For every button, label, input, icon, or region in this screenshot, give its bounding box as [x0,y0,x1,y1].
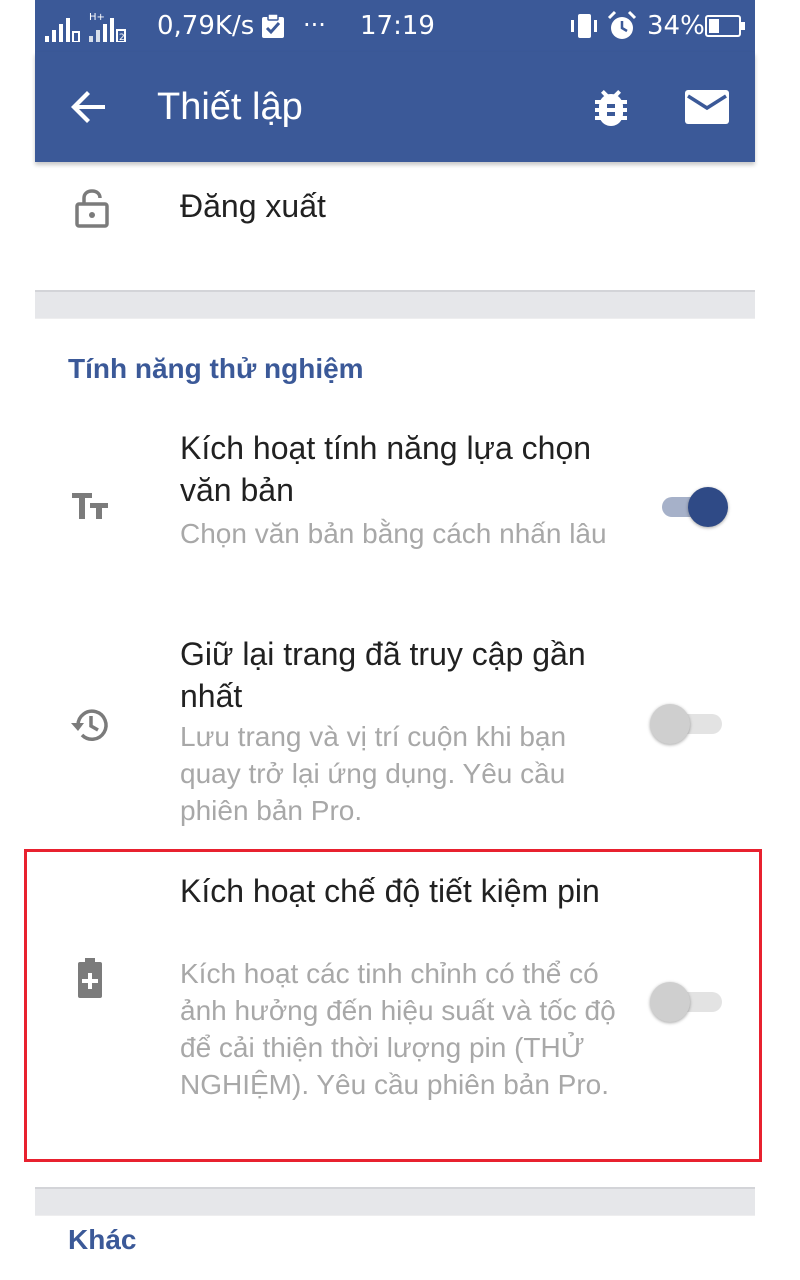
section-header-experimental: Tính năng thử nghiệm [68,353,364,384]
toggle-thumb [650,704,690,744]
text-size-icon [72,493,108,519]
svg-text:2: 2 [119,33,125,42]
history-icon [71,709,108,741]
section-header-other: Khác [68,1224,137,1255]
section-divider [35,290,755,319]
lock-open-icon [75,189,109,228]
svg-text:H+: H+ [89,12,105,23]
bug-report-icon[interactable] [587,84,635,132]
setting-description: Kích hoạt các tinh chỉnh có thể có ảnh h… [180,958,616,1100]
signal-icon: H+ 2 [45,12,126,42]
section-divider [35,1187,755,1216]
notification-overflow: ··· [303,11,326,39]
clock: 17:19 [360,11,435,41]
setting-title: Giữ lại trang đã truy cập gần nhất [180,636,586,714]
network-speed: 0,79K/s [157,11,255,41]
setting-keep-last-page[interactable]: Giữ lại trang đã truy cập gần nhất Lưu t… [35,627,755,837]
setting-title: Kích hoạt tính năng lựa chọn văn bản [180,430,592,508]
logout-label: Đăng xuất [180,188,326,224]
setting-description: Lưu trang và vị trí cuộn khi bạn quay tr… [180,721,567,826]
status-bar: H+ 2 0,79K/s ··· 17:19 34% [35,0,755,52]
page-title: Thiết lập [157,86,303,128]
app-bar: Thiết lập [35,52,755,162]
battery-percent: 34% [647,11,705,41]
setting-text-selection[interactable]: Kích hoạt tính năng lựa chọn văn bản Chọ… [35,417,755,597]
clipboard-check-icon [262,13,284,38]
setting-description: Chọn văn bản bằng cách nhấn lâu [180,518,607,549]
setting-battery-saver[interactable]: Kích hoạt chế độ tiết kiệm pin Kích hoạt… [35,865,755,1145]
settings-content: Đăng xuất Tính năng thử nghiệm Kích hoạt… [35,162,755,1280]
mail-icon[interactable] [683,86,731,128]
logout-row[interactable]: Đăng xuất [35,162,755,290]
battery-plus-icon [78,958,102,998]
back-arrow-icon[interactable] [65,83,113,131]
toggle-thumb [688,487,728,527]
toggle-switch[interactable] [650,695,722,751]
toggle-switch[interactable] [650,973,722,1029]
setting-title: Kích hoạt chế độ tiết kiệm pin [180,873,600,909]
vibrate-icon [571,14,597,38]
toggle-thumb [650,982,690,1022]
alarm-icon [607,10,637,39]
toggle-switch[interactable] [650,478,728,534]
battery-icon [705,15,745,37]
